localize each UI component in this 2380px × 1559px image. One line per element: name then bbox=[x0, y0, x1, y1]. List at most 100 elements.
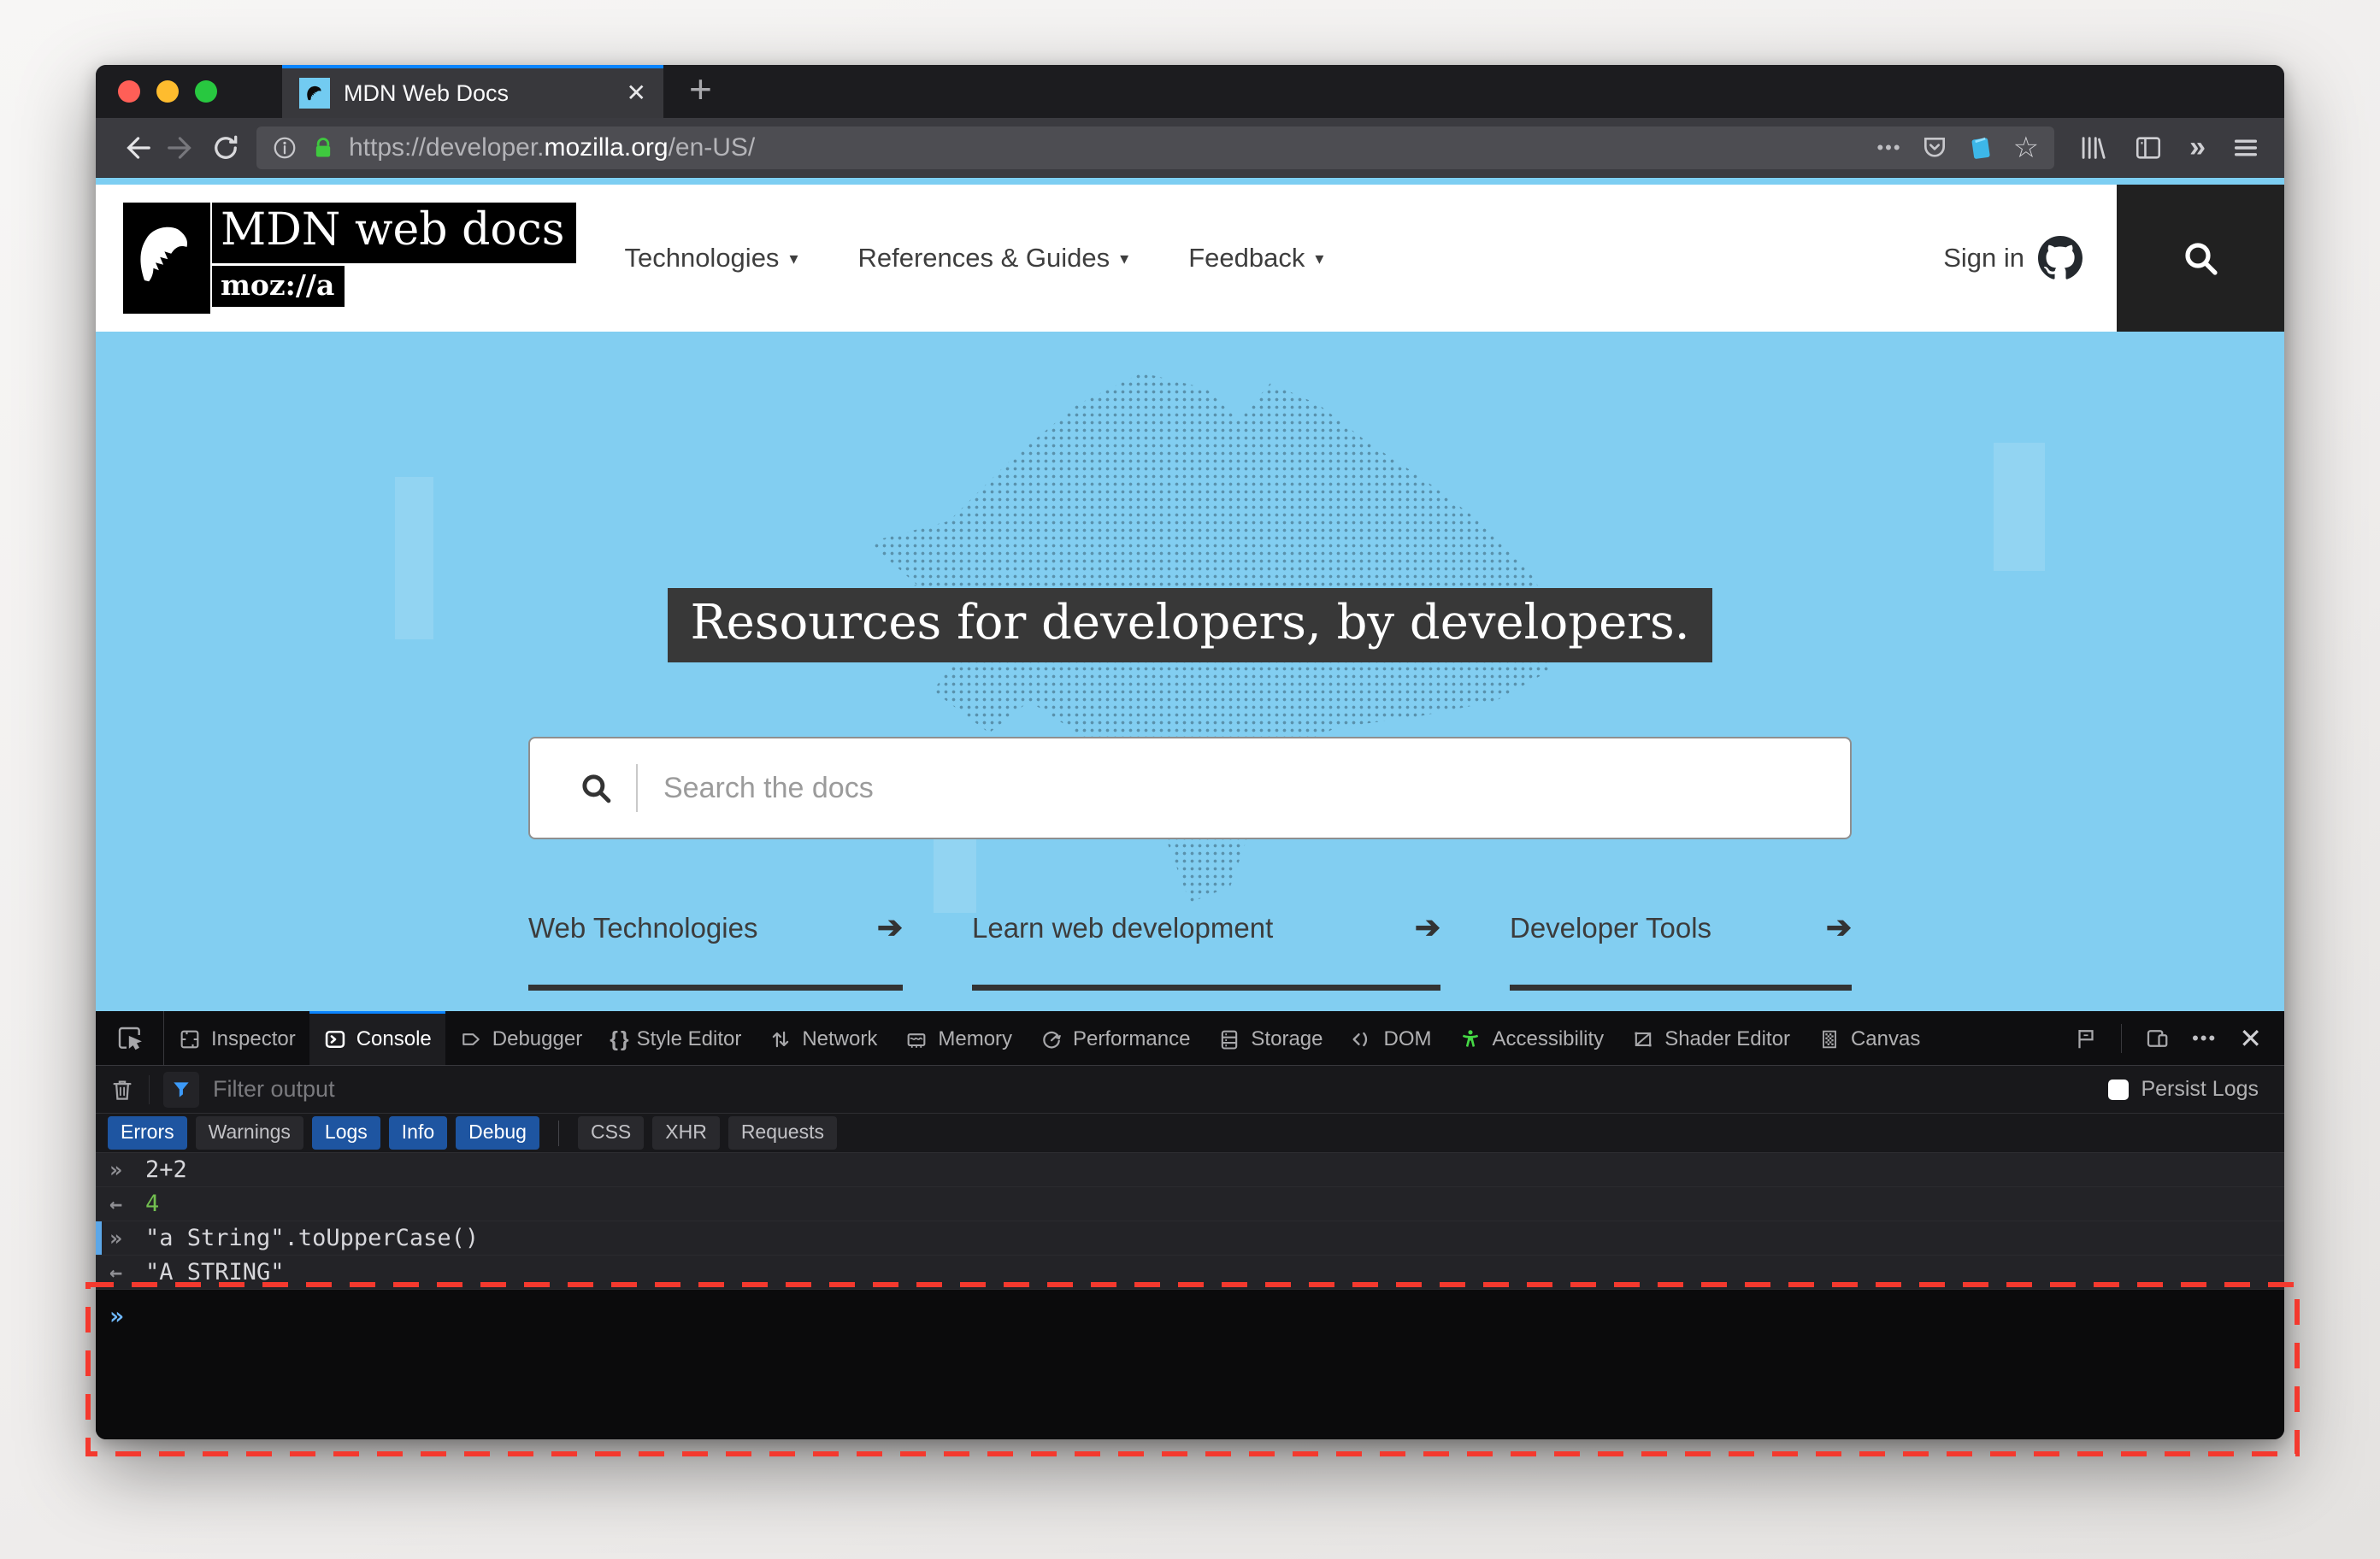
filter-chip-logs[interactable]: Logs bbox=[311, 1116, 380, 1150]
console-row-input[interactable]: » "a String".toUpperCase() bbox=[96, 1221, 2284, 1256]
link-learn-web-development[interactable]: Learn web development ➔ bbox=[972, 909, 1440, 991]
pocket-icon[interactable] bbox=[1921, 134, 1948, 162]
devtools-tab-shader-editor[interactable]: Shader Editor bbox=[1617, 1011, 1804, 1065]
select-iframe-icon[interactable] bbox=[2073, 1026, 2099, 1051]
close-window-button[interactable] bbox=[118, 80, 140, 103]
forward-button[interactable] bbox=[159, 132, 203, 164]
devtools-tab-inspector[interactable]: Inspector bbox=[164, 1011, 309, 1065]
devtools-tab-canvas[interactable]: Canvas bbox=[1804, 1011, 1934, 1065]
inspector-icon bbox=[180, 1030, 199, 1049]
screenshot-icon[interactable] bbox=[1967, 134, 1994, 162]
sign-in-link[interactable]: Sign in bbox=[1943, 185, 2117, 332]
zoom-window-button[interactable] bbox=[195, 80, 217, 103]
devtools-panel: Inspector Console Debugger { } Style Edi… bbox=[96, 1011, 2284, 1439]
bookmark-star-icon[interactable]: ☆ bbox=[2013, 133, 2039, 162]
nav-feedback[interactable]: Feedback ▾ bbox=[1188, 243, 1323, 274]
devtools-tab-debugger[interactable]: Debugger bbox=[445, 1011, 596, 1065]
arrow-right-icon: ➔ bbox=[1414, 909, 1440, 944]
console-input[interactable]: » bbox=[96, 1290, 2284, 1439]
mdn-favicon-icon bbox=[299, 78, 330, 109]
mdn-header: MDN web docs moz://a Technologies ▾ Refer… bbox=[96, 185, 2284, 332]
devtools-menu-icon[interactable]: ••• bbox=[2192, 1027, 2217, 1050]
filter-output-input[interactable]: Filter output bbox=[213, 1076, 335, 1103]
link-developer-tools[interactable]: Developer Tools ➔ bbox=[1510, 909, 1852, 991]
search-icon bbox=[582, 774, 611, 803]
header-search-button[interactable] bbox=[2117, 185, 2284, 332]
input-marker-icon: » bbox=[109, 1226, 123, 1250]
persist-logs-checkbox[interactable] bbox=[2108, 1079, 2130, 1100]
network-icon bbox=[773, 1031, 789, 1048]
hero-headline: Resources for developers, by developers. bbox=[668, 588, 1712, 662]
chevron-down-icon: ▾ bbox=[1120, 249, 1129, 268]
arrow-right-icon: ➔ bbox=[876, 909, 903, 944]
filter-chip-debug[interactable]: Debug bbox=[456, 1116, 539, 1150]
mdn-dino-icon bbox=[123, 203, 210, 314]
link-web-technologies[interactable]: Web Technologies ➔ bbox=[528, 909, 903, 991]
shader-editor-icon bbox=[1635, 1032, 1652, 1047]
filter-chip-info[interactable]: Info bbox=[388, 1116, 448, 1150]
devtools-tab-accessibility[interactable]: Accessibility bbox=[1445, 1011, 1617, 1065]
nav-technologies[interactable]: Technologies ▾ bbox=[624, 243, 798, 274]
element-picker-button[interactable] bbox=[96, 1011, 164, 1065]
dock-options-icon[interactable] bbox=[2144, 1026, 2170, 1051]
toolbar-separator bbox=[2121, 1023, 2123, 1053]
performance-icon bbox=[1043, 1031, 1061, 1049]
console-row-result[interactable]: ← 4 bbox=[96, 1187, 2284, 1221]
devtools-tab-network[interactable]: Network bbox=[755, 1011, 891, 1065]
result-marker-icon: ← bbox=[109, 1191, 123, 1216]
devtools-tab-style-editor[interactable]: { } Style Editor bbox=[596, 1011, 755, 1065]
hero-section: Resources for developers, by developers.… bbox=[96, 332, 2284, 1011]
overflow-menu-icon[interactable]: » bbox=[2189, 131, 2206, 164]
mdn-nav: Technologies ▾ References & Guides ▾ Feedb… bbox=[624, 243, 1323, 274]
new-tab-button[interactable]: + bbox=[663, 65, 712, 118]
browser-tab[interactable]: MDN Web Docs ✕ bbox=[282, 65, 663, 118]
funnel-icon bbox=[174, 1081, 189, 1097]
url-text[interactable]: https://developer.mozilla.org/en-US/ bbox=[349, 133, 1863, 162]
filter-chip-warnings[interactable]: Warnings bbox=[195, 1116, 303, 1150]
hamburger-menu-icon[interactable] bbox=[2231, 133, 2260, 162]
console-row-input[interactable]: » 2+2 bbox=[96, 1153, 2284, 1187]
devtools-tab-memory[interactable]: Memory bbox=[891, 1011, 1026, 1065]
devtools-tab-console[interactable]: Console bbox=[309, 1011, 445, 1065]
persist-logs-control[interactable]: Persist Logs bbox=[2108, 1077, 2271, 1102]
reload-button[interactable] bbox=[203, 132, 248, 163]
library-icon[interactable] bbox=[2077, 133, 2107, 162]
devtools-toolbar: Inspector Console Debugger { } Style Edi… bbox=[96, 1011, 2284, 1066]
clear-console-icon[interactable] bbox=[109, 1076, 135, 1103]
input-marker-icon: » bbox=[109, 1157, 123, 1182]
page-actions-icon[interactable]: ••• bbox=[1876, 137, 1901, 159]
console-icon bbox=[325, 1030, 345, 1049]
console-row-result[interactable]: ← "A STRING" bbox=[96, 1256, 2284, 1290]
url-bar[interactable]: https://developer.mozilla.org/en-US/ •••… bbox=[256, 126, 2055, 169]
devtools-tab-storage[interactable]: Storage bbox=[1204, 1011, 1336, 1065]
sidebar-icon[interactable] bbox=[2133, 133, 2164, 162]
github-icon bbox=[2038, 236, 2082, 279]
titlebar: MDN Web Docs ✕ + bbox=[96, 65, 2284, 118]
filter-toggle-button[interactable] bbox=[163, 1071, 199, 1108]
result-marker-icon: ← bbox=[109, 1260, 123, 1285]
devtools-tab-performance[interactable]: Performance bbox=[1026, 1011, 1204, 1065]
chevron-down-icon: ▾ bbox=[1315, 249, 1324, 268]
braces-icon: { } bbox=[610, 1027, 628, 1051]
browser-toolbar: https://developer.mozilla.org/en-US/ •••… bbox=[96, 118, 2284, 178]
filter-chip-css[interactable]: CSS bbox=[577, 1116, 645, 1150]
arrow-right-icon: ➔ bbox=[1825, 909, 1852, 944]
console-prompt-icon: » bbox=[109, 1302, 124, 1330]
nav-references-guides[interactable]: References & Guides ▾ bbox=[857, 243, 1128, 274]
https-lock-icon[interactable] bbox=[311, 135, 335, 161]
mdn-logo[interactable]: MDN web docs moz://a bbox=[123, 203, 577, 314]
search-divider bbox=[636, 764, 638, 812]
devtools-tab-dom[interactable]: DOM bbox=[1336, 1011, 1445, 1065]
back-button[interactable] bbox=[115, 132, 159, 164]
devtools-close-icon[interactable]: ✕ bbox=[2239, 1022, 2262, 1055]
site-info-icon[interactable] bbox=[272, 135, 298, 161]
filter-chip-errors[interactable]: Errors bbox=[108, 1116, 187, 1150]
docs-search-input[interactable]: Search the docs bbox=[528, 737, 1852, 839]
browser-window: MDN Web Docs ✕ + https://developer.mozil… bbox=[96, 65, 2284, 1439]
filter-chip-requests[interactable]: Requests bbox=[728, 1116, 837, 1150]
filter-separator bbox=[149, 1074, 150, 1104]
persist-logs-label: Persist Logs bbox=[2141, 1077, 2259, 1101]
tab-close-icon[interactable]: ✕ bbox=[627, 81, 646, 105]
minimize-window-button[interactable] bbox=[156, 80, 179, 103]
filter-chip-xhr[interactable]: XHR bbox=[652, 1116, 720, 1150]
